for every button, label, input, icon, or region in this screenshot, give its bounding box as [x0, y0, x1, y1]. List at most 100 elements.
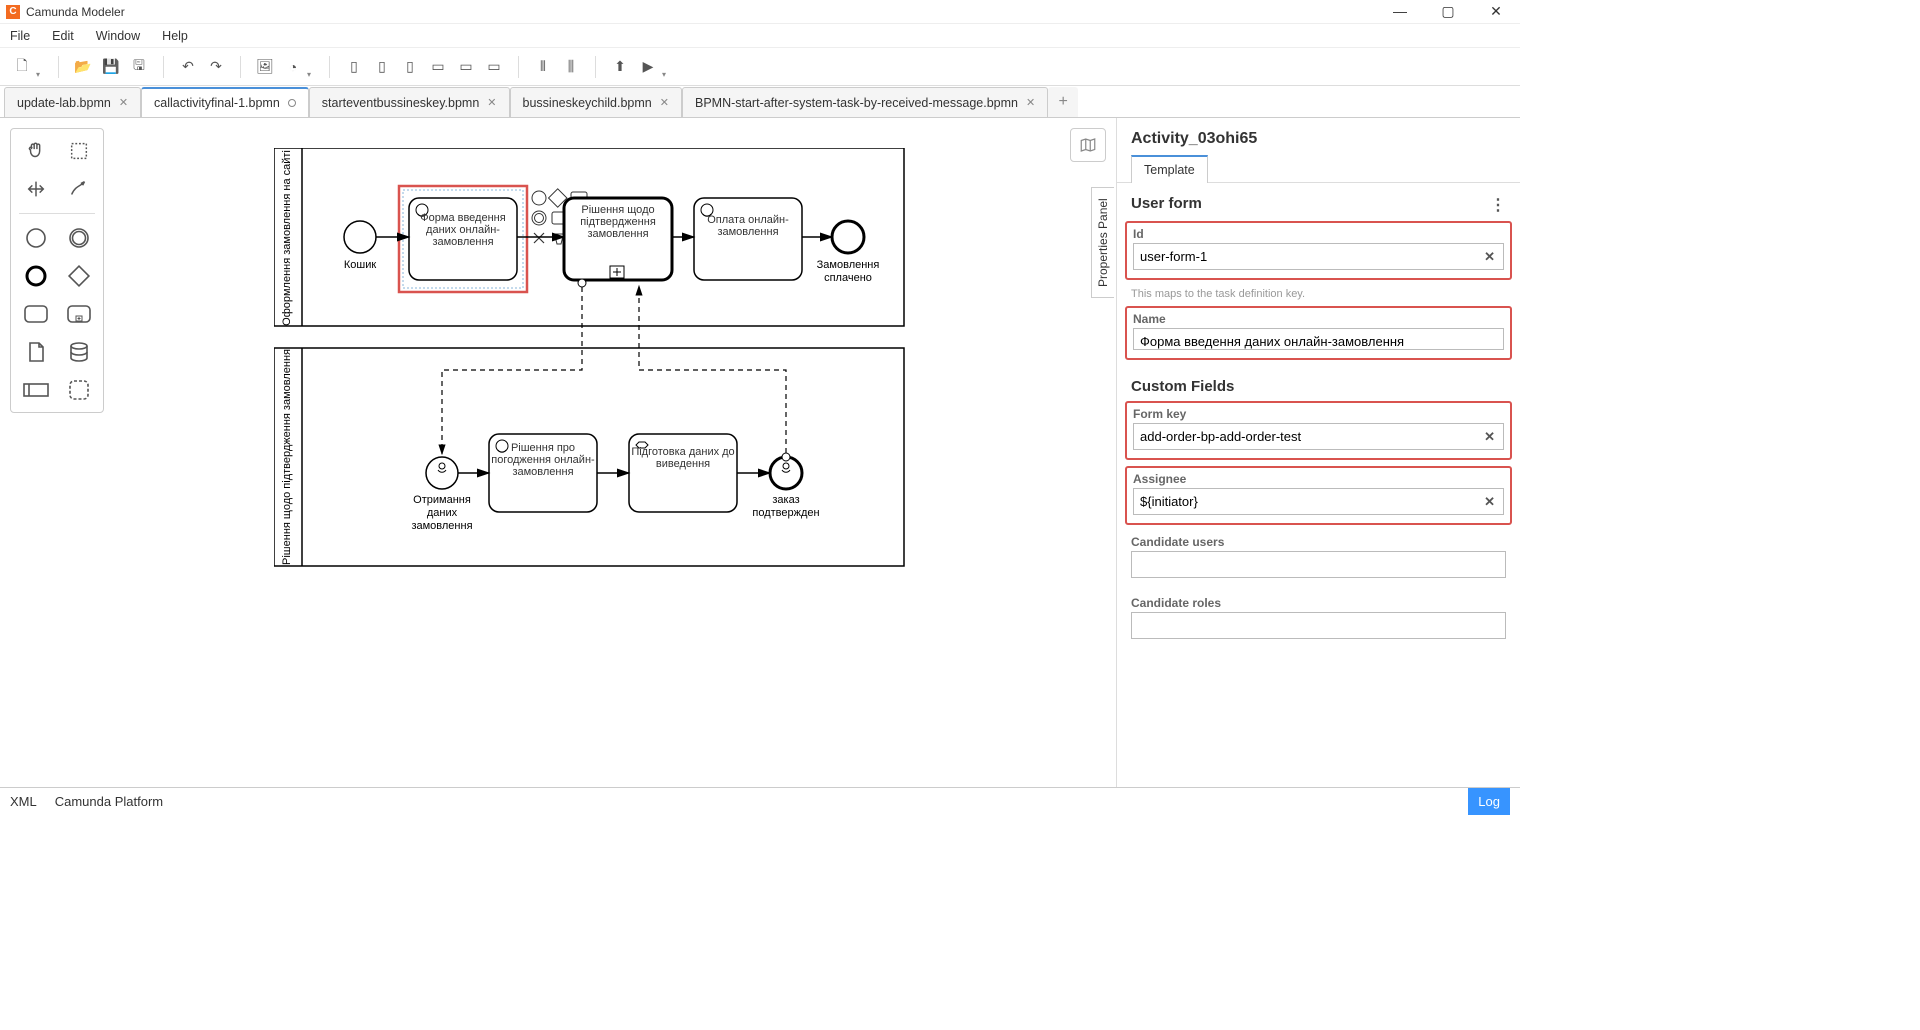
id-hint: This maps to the task definition key.: [1117, 286, 1520, 306]
window-title: Camunda Modeler: [26, 5, 125, 19]
data-store-icon[interactable]: [65, 338, 93, 366]
name-input[interactable]: Форма введення даних онлайн-замовлення: [1134, 329, 1503, 349]
diagram-canvas[interactable]: Оформлення замовлення на сайті Кошик Фор…: [114, 118, 1116, 787]
start2-label-c: замовлення: [411, 520, 472, 532]
menu-file[interactable]: File: [6, 27, 34, 45]
task4-label: Рішення про погодження онлайн-замовлення: [491, 442, 595, 478]
formkey-label: Form key: [1133, 407, 1504, 421]
menu-help[interactable]: Help: [158, 27, 192, 45]
open-icon[interactable]: 📂: [71, 55, 95, 79]
align-top-icon[interactable]: ▭: [426, 55, 450, 79]
section-menu-icon[interactable]: ⋮: [1490, 195, 1506, 215]
hand-tool-icon[interactable]: [22, 137, 50, 165]
gateway-icon[interactable]: [65, 262, 93, 290]
section-custom: Custom Fields: [1131, 378, 1234, 395]
tab-template[interactable]: Template: [1131, 155, 1208, 183]
candidate-users-label: Candidate users: [1131, 535, 1506, 549]
run-icon[interactable]: ▶: [636, 55, 660, 79]
status-platform[interactable]: Camunda Platform: [55, 794, 163, 809]
end-event-icon[interactable]: [22, 262, 50, 290]
candidate-roles-label: Candidate roles: [1131, 596, 1506, 610]
start2-label-a: Отримання: [413, 494, 471, 506]
new-file-icon[interactable]: 🗋: [10, 55, 34, 79]
task1-label: Форма введення даних онлайн-замовлення: [411, 204, 515, 248]
statusbar: XML Camunda Platform Log: [0, 787, 1520, 815]
tab-4[interactable]: BPMN-start-after-system-task-by-received…: [682, 87, 1048, 117]
pool-icon[interactable]: [22, 376, 50, 404]
element-palette: [10, 128, 104, 413]
task-icon[interactable]: [22, 300, 50, 328]
subprocess-icon[interactable]: [65, 300, 93, 328]
save-as-icon[interactable]: 🖫: [127, 55, 151, 79]
end1-label-a: Замовлення: [817, 259, 880, 271]
tab-3[interactable]: bussineskeychild.bpmn✕: [510, 87, 682, 117]
align-left-icon[interactable]: ▯: [342, 55, 366, 79]
menu-window[interactable]: Window: [92, 27, 144, 45]
lasso-tool-icon[interactable]: [65, 137, 93, 165]
close-window-button[interactable]: ✕: [1478, 3, 1514, 20]
panel-header: Activity_03ohi65: [1117, 118, 1520, 154]
image-icon[interactable]: 🖼: [253, 55, 277, 79]
end2-label-a: заказ: [772, 494, 799, 506]
intermediate-event-icon[interactable]: [65, 224, 93, 252]
task2-label: Рішення щодо підтвердження замовлення: [566, 204, 670, 240]
new-tab-button[interactable]: +: [1048, 87, 1078, 117]
assignee-label: Assignee: [1133, 472, 1504, 486]
distribute-v-icon[interactable]: ⫼: [559, 55, 583, 79]
start2-label-b: даних: [427, 507, 458, 519]
distribute-h-icon[interactable]: ⫴: [531, 55, 555, 79]
dirty-indicator: [288, 99, 296, 107]
name-label: Name: [1133, 312, 1504, 326]
align-middle-icon[interactable]: ▭: [454, 55, 478, 79]
minimize-button[interactable]: —: [1382, 3, 1418, 20]
end2-label-b: подтвержден: [752, 507, 819, 519]
app-icon: C: [6, 5, 20, 19]
align-center-icon[interactable]: ▯: [370, 55, 394, 79]
lane1-label: Оформлення замовлення на сайті: [281, 150, 293, 326]
menubar: File Edit Window Help: [0, 24, 1520, 48]
candidate-roles-input[interactable]: [1132, 613, 1505, 638]
maximize-button[interactable]: ▢: [1430, 3, 1466, 20]
assignee-input[interactable]: [1134, 489, 1476, 514]
start1-label: Кошик: [344, 259, 376, 271]
menu-edit[interactable]: Edit: [48, 27, 78, 45]
close-icon[interactable]: ✕: [487, 96, 496, 109]
properties-panel-toggle[interactable]: Properties Panel: [1091, 187, 1114, 298]
clear-icon[interactable]: ✕: [1476, 249, 1503, 265]
clear-icon[interactable]: ✕: [1476, 494, 1503, 510]
toolbar: 🗋 📂 💾 🖫 ↶ ↷ 🖼 ◔ ▯ ▯ ▯ ▭ ▭ ▭ ⫴ ⫼ ⬆ ▶: [0, 48, 1520, 86]
tab-0[interactable]: update-lab.bpmn✕: [4, 87, 141, 117]
id-input[interactable]: [1134, 244, 1476, 269]
start-event-icon[interactable]: [22, 224, 50, 252]
redo-icon[interactable]: ↷: [204, 55, 228, 79]
id-label: Id: [1133, 227, 1504, 241]
end1-label-b: сплачено: [824, 272, 872, 284]
undo-icon[interactable]: ↶: [176, 55, 200, 79]
status-xml[interactable]: XML: [10, 794, 37, 809]
group-icon[interactable]: [65, 376, 93, 404]
data-object-icon[interactable]: [22, 338, 50, 366]
deploy-icon[interactable]: ⬆: [608, 55, 632, 79]
clear-icon[interactable]: ✕: [1476, 429, 1503, 445]
task5-label: Підготовка даних до виведення: [631, 442, 735, 470]
connect-tool-icon[interactable]: [65, 175, 93, 203]
close-icon[interactable]: ✕: [660, 96, 669, 109]
section-userform: User form: [1131, 195, 1202, 215]
candidate-users-input[interactable]: [1132, 552, 1505, 577]
align-right-icon[interactable]: ▯: [398, 55, 422, 79]
close-icon[interactable]: ✕: [1026, 96, 1035, 109]
task3-label: Оплата онлайн-замовлення: [696, 208, 800, 238]
save-icon[interactable]: 💾: [99, 55, 123, 79]
space-tool-icon[interactable]: [22, 175, 50, 203]
lane2-label: Рішення щодо підтвердження замовлення: [281, 349, 293, 565]
properties-panel: Properties Panel Activity_03ohi65 Templa…: [1116, 118, 1520, 787]
file-tabs: update-lab.bpmn✕ callactivityfinal-1.bpm…: [0, 86, 1520, 118]
color-icon[interactable]: ◔: [281, 55, 305, 79]
tab-2[interactable]: starteventbussineskey.bpmn✕: [309, 87, 510, 117]
align-bottom-icon[interactable]: ▭: [482, 55, 506, 79]
minimap-icon[interactable]: [1070, 128, 1106, 162]
formkey-input[interactable]: [1134, 424, 1476, 449]
close-icon[interactable]: ✕: [119, 96, 128, 109]
tab-1[interactable]: callactivityfinal-1.bpmn: [141, 87, 309, 117]
log-button[interactable]: Log: [1468, 788, 1510, 815]
